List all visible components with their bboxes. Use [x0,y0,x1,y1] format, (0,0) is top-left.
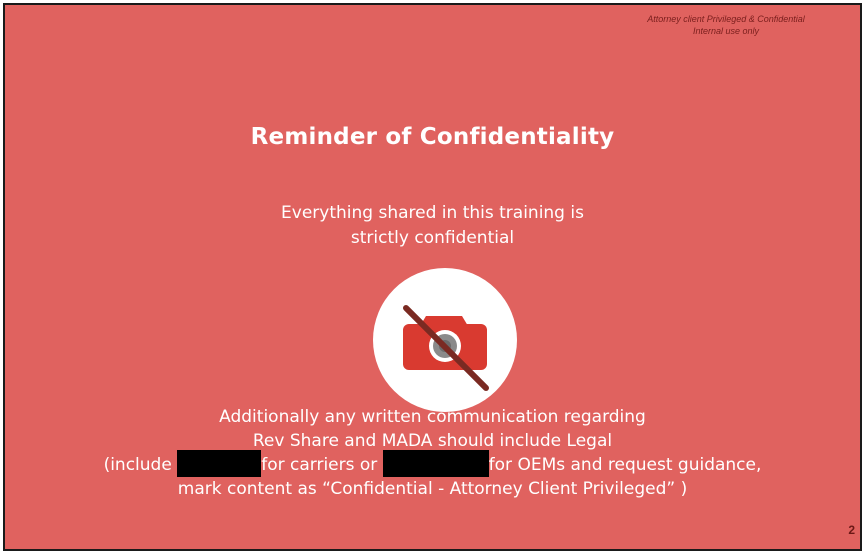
body-line-3-prefix: (include [103,455,178,475]
redaction-block [382,449,489,477]
no-camera-icon [373,268,517,412]
redaction-block [177,449,262,477]
subtitle-line-1: Everything shared in this training is [281,203,584,223]
slide: Attorney client Privileged & Confidentia… [3,3,862,551]
legal-guidance-text: Additionally any written communication r… [5,405,860,501]
body-line-1: Additionally any written communication r… [219,407,646,427]
body-line-3-suffix: for OEMs and request guidance, [488,455,762,475]
slide-subtitle: Everything shared in this training is st… [5,201,860,251]
legend-line-1: Attorney client Privileged & Confidentia… [647,14,805,24]
camera-icon [403,305,489,391]
body-line-3: (include for carriers or for OEMs and re… [5,449,860,477]
legend-line-2: Internal use only [692,26,760,36]
page-number: 2 [848,523,855,537]
slide-title: Reminder of Confidentiality [250,124,615,150]
body-line-3-middle: for carriers or [261,455,383,475]
body-line-4: mark content as “Confidential - Attorney… [177,479,688,499]
confidentiality-legend: Attorney client Privileged & Confidentia… [596,13,856,37]
subtitle-line-2: strictly confidential [350,228,515,248]
